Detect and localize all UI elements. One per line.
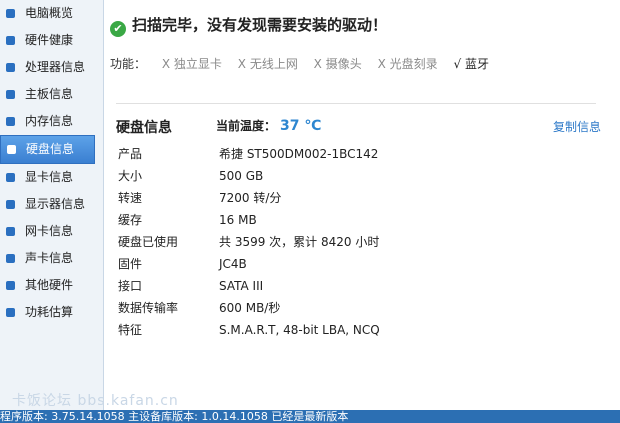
bullet-icon	[6, 254, 15, 263]
info-row: 接口 SATA III	[118, 275, 380, 297]
sidebar-item-cpu[interactable]: 处理器信息	[0, 54, 103, 81]
sidebar-item-label: 功耗估算	[25, 305, 74, 319]
sidebar-item-label: 声卡信息	[25, 251, 74, 265]
info-value: JC4B	[219, 257, 247, 271]
sidebar-item-label: 显示器信息	[25, 197, 86, 211]
bullet-icon	[6, 36, 15, 45]
sidebar-item-motherboard[interactable]: 主板信息	[0, 81, 103, 108]
bullet-icon	[6, 9, 15, 18]
info-key: 产品	[118, 147, 143, 161]
info-key: 接口	[118, 279, 143, 293]
features-label: 功能：	[110, 57, 147, 71]
cross-icon: X	[237, 57, 246, 71]
sidebar-item-label: 主板信息	[25, 87, 74, 101]
feature-label: 蓝牙	[464, 57, 489, 71]
info-key: 数据传输率	[118, 301, 179, 315]
info-value: S.M.A.R.T, 48-bit LBA, NCQ	[219, 323, 380, 337]
cross-icon: X	[377, 57, 386, 71]
feature-label: 光盘刻录	[389, 57, 438, 71]
info-value: 共 3599 次，累计 8420 小时	[219, 235, 380, 249]
feature-item: X 光盘刻录	[378, 57, 438, 71]
info-key: 特征	[118, 323, 143, 337]
disk-info-table: 产品 希捷 ST500DM002-1BC142 大小 500 GB 转速 7200 转…	[118, 143, 380, 341]
cross-icon: X	[313, 57, 322, 71]
sidebar-item-label: 其他硬件	[25, 278, 74, 292]
checkmark-icon: √	[453, 57, 462, 71]
scan-status: ✔ 扫描完毕，没有发现需要安装的驱动！	[110, 14, 387, 37]
temperature: 当前温度： 37 ℃	[216, 117, 321, 134]
main-panel: ✔ 扫描完毕，没有发现需要安装的驱动！ 功能： X 独立显卡 X 无线上网 X 摄…	[104, 0, 620, 410]
info-row: 特征 S.M.A.R.T, 48-bit LBA, NCQ	[118, 319, 380, 341]
info-value: 16 MB	[219, 213, 257, 227]
sidebar-item-label: 处理器信息	[25, 60, 86, 74]
sidebar-item-network[interactable]: 网卡信息	[0, 218, 103, 245]
sidebar-item-label: 硬盘信息	[26, 142, 75, 156]
sidebar: 电脑概览 硬件健康 处理器信息 主板信息 内存信息 硬盘信息 显卡信息 显示器信…	[0, 0, 104, 410]
sidebar-item-label: 网卡信息	[25, 224, 74, 238]
feature-label: 摄像头	[325, 57, 362, 71]
info-row: 缓存 16 MB	[118, 209, 380, 231]
cross-icon: X	[161, 57, 171, 71]
info-key: 硬盘已使用	[118, 235, 179, 249]
temperature-value: 37 ℃	[280, 118, 322, 134]
copy-info-link[interactable]: 复制信息	[553, 118, 601, 135]
info-row: 产品 希捷 ST500DM002-1BC142	[118, 143, 380, 165]
feature-label: 无线上网	[249, 57, 298, 71]
sidebar-item-power[interactable]: 功耗估算	[0, 299, 103, 326]
bullet-icon	[6, 227, 15, 236]
info-value: SATA III	[219, 279, 264, 293]
feature-item: X 摄像头	[314, 57, 362, 71]
sidebar-item-gpu[interactable]: 显卡信息	[0, 164, 103, 191]
section-title: 硬盘信息	[116, 120, 172, 136]
bullet-icon	[6, 90, 15, 99]
sidebar-item-other[interactable]: 其他硬件	[0, 272, 103, 299]
sidebar-item-overview[interactable]: 电脑概览	[0, 0, 103, 27]
sidebar-item-monitor[interactable]: 显示器信息	[0, 191, 103, 218]
feature-label: 独立显卡	[173, 57, 222, 71]
info-row: 固件 JC4B	[118, 253, 380, 275]
info-row: 转速 7200 转/分	[118, 187, 380, 209]
feature-list: 功能： X 独立显卡 X 无线上网 X 摄像头 X 光盘刻录 √ 蓝牙	[110, 55, 489, 72]
divider	[116, 103, 596, 104]
info-value: 7200 转/分	[219, 191, 282, 205]
check-icon: ✔	[110, 21, 126, 37]
info-row: 硬盘已使用 共 3599 次，累计 8420 小时	[118, 231, 380, 253]
info-key: 大小	[118, 169, 143, 183]
sidebar-item-label: 硬件健康	[25, 33, 74, 47]
sidebar-item-memory[interactable]: 内存信息	[0, 108, 103, 135]
info-key: 固件	[118, 257, 143, 271]
sidebar-item-sound[interactable]: 声卡信息	[0, 245, 103, 272]
sidebar-item-label: 电脑概览	[25, 6, 74, 20]
status-text: 扫描完毕，没有发现需要安装的驱动！	[132, 16, 388, 34]
info-value: 500 GB	[219, 169, 264, 183]
info-key: 缓存	[118, 213, 143, 227]
bullet-icon	[6, 173, 15, 182]
sidebar-item-health[interactable]: 硬件健康	[0, 27, 103, 54]
bullet-icon	[7, 145, 16, 154]
feature-item: X 独立显卡	[162, 57, 222, 71]
bullet-icon	[6, 63, 15, 72]
temperature-label: 当前温度：	[216, 119, 277, 133]
info-value: 希捷 ST500DM002-1BC142	[219, 147, 379, 161]
bullet-icon	[6, 308, 15, 317]
feature-item: X 无线上网	[238, 57, 298, 71]
info-row: 大小 500 GB	[118, 165, 380, 187]
info-key: 转速	[118, 191, 143, 205]
bullet-icon	[6, 281, 15, 290]
bullet-icon	[6, 117, 15, 126]
sidebar-item-disk[interactable]: 硬盘信息	[0, 135, 95, 164]
info-row: 数据传输率 600 MB/秒	[118, 297, 380, 319]
bullet-icon	[6, 200, 15, 209]
feature-item: √ 蓝牙	[453, 57, 489, 71]
status-bar: 程序版本: 3.75.14.1058 主设备库版本: 1.0.14.1058 已…	[0, 410, 620, 423]
info-value: 600 MB/秒	[219, 301, 281, 315]
sidebar-item-label: 显卡信息	[25, 170, 74, 184]
watermark: 卡饭论坛 bbs.kafan.cn	[12, 393, 179, 409]
sidebar-item-label: 内存信息	[25, 114, 74, 128]
